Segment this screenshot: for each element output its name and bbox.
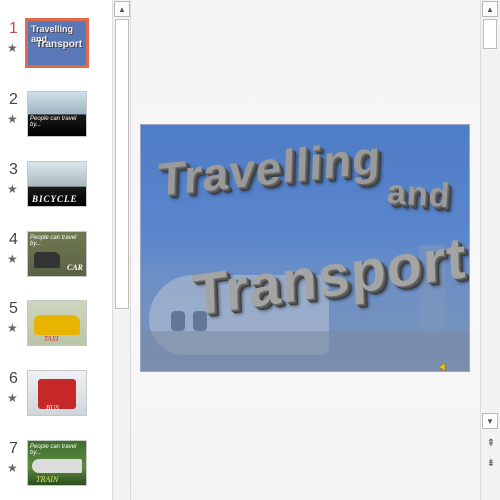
animation-star-icon: ★ bbox=[7, 461, 18, 475]
slide-scrollbar[interactable]: ▲ ▼ ⇞ ⇟ bbox=[480, 0, 500, 500]
scroll-up-button[interactable]: ▲ bbox=[482, 1, 498, 17]
animation-star-icon: ★ bbox=[7, 321, 18, 335]
presentation-window: 1 ★ Travelling and Transport 2 ★ People … bbox=[0, 0, 500, 500]
double-arrow-up-icon: ⇞ bbox=[486, 437, 496, 449]
thumbnail-label: TAXI bbox=[44, 335, 59, 343]
thumbnail-caption: People can travel by... bbox=[30, 444, 77, 456]
current-slide[interactable]: Travelling and Transport bbox=[140, 124, 470, 372]
slide-thumbnail-row-4[interactable]: 4 ★ People can travel by... CAR bbox=[0, 231, 112, 291]
slide-thumbnail-row-1[interactable]: 1 ★ Travelling and Transport bbox=[0, 18, 112, 80]
slide-thumbnail[interactable]: Travelling and Transport bbox=[25, 18, 89, 68]
double-arrow-down-icon: ⇟ bbox=[486, 457, 496, 469]
slide-thumbnail[interactable]: BUS bbox=[27, 370, 87, 416]
slide-thumbnail[interactable]: BICYCLE bbox=[27, 161, 87, 207]
slide-thumbnail[interactable]: People can travel by... TRAIN bbox=[27, 440, 87, 486]
slide-thumbnail-row-6[interactable]: 6 ★ BUS bbox=[0, 370, 112, 430]
triangle-down-icon: ▼ bbox=[486, 416, 494, 426]
slide-number: 2 bbox=[9, 91, 18, 108]
slide-thumbnail-row-2[interactable]: 2 ★ People can travel by... bbox=[0, 91, 112, 151]
slide-thumbnail[interactable]: TAXI bbox=[27, 300, 87, 346]
slide-number: 5 bbox=[9, 300, 18, 317]
thumbnail-scrollbar[interactable]: ▲ bbox=[112, 0, 131, 500]
runway-ground bbox=[141, 331, 469, 371]
scroll-down-button[interactable]: ▼ bbox=[482, 413, 498, 429]
slide-number: 6 bbox=[9, 370, 18, 387]
slide-number: 7 bbox=[9, 440, 18, 457]
slide-number: 1 bbox=[9, 20, 18, 37]
animation-star-icon: ★ bbox=[7, 41, 18, 55]
previous-slide-button[interactable]: ⇞ bbox=[483, 436, 499, 450]
triangle-up-icon: ▲ bbox=[486, 4, 494, 14]
car-image bbox=[34, 252, 60, 268]
thumbnail-caption: BICYCLE bbox=[32, 194, 78, 204]
animation-star-icon: ★ bbox=[7, 391, 18, 405]
thumbnail-label: TRAIN bbox=[36, 475, 59, 484]
animation-star-icon: ★ bbox=[7, 252, 18, 266]
slide-thumbnail-row-7[interactable]: 7 ★ People can travel by... TRAIN bbox=[0, 440, 112, 500]
triangle-up-icon: ▲ bbox=[118, 4, 126, 14]
wordart-title-and[interactable]: and bbox=[386, 173, 452, 216]
slide-thumbnail[interactable]: People can travel by... CAR bbox=[27, 231, 87, 277]
slide-number: 4 bbox=[9, 231, 18, 248]
train-image bbox=[32, 459, 82, 473]
thumbnail-caption: People can travel by... bbox=[30, 116, 77, 128]
slide-thumbnail-row-3[interactable]: 3 ★ BICYCLE bbox=[0, 161, 112, 221]
scrollbar-thumb[interactable] bbox=[115, 19, 129, 309]
slide-thumbnail-pane: 1 ★ Travelling and Transport 2 ★ People … bbox=[0, 0, 112, 500]
thumbnail-caption: People can travel by... bbox=[30, 235, 77, 247]
slide-thumbnail-row-5[interactable]: 5 ★ TAXI bbox=[0, 300, 112, 360]
slide-number: 3 bbox=[9, 161, 18, 178]
taxi-image bbox=[34, 315, 80, 335]
airplane-window bbox=[171, 311, 185, 331]
speaker-sound-icon[interactable] bbox=[439, 363, 447, 371]
animation-star-icon: ★ bbox=[7, 182, 18, 196]
scrollbar-thumb[interactable] bbox=[483, 19, 497, 49]
slide-thumbnail[interactable]: People can travel by... bbox=[27, 91, 87, 137]
next-slide-button[interactable]: ⇟ bbox=[483, 456, 499, 470]
thumbnail-title-line2: Transport bbox=[36, 39, 83, 50]
thumbnail-label: BUS bbox=[46, 404, 59, 412]
scroll-up-button[interactable]: ▲ bbox=[114, 1, 130, 17]
thumbnail-label: CAR bbox=[66, 263, 83, 272]
animation-star-icon: ★ bbox=[7, 112, 18, 126]
